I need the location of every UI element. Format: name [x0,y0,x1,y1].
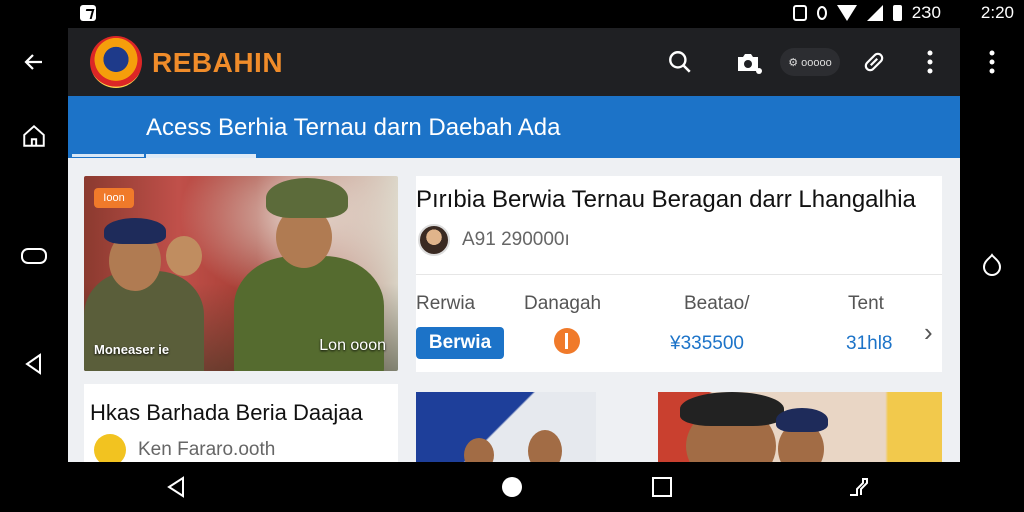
recents-square-icon [652,477,672,497]
wifi-icon [836,5,857,21]
bystander-face [166,236,202,276]
article-2-meta: Ken Fararo.ooth [138,439,276,460]
article-title[interactable]: Pırıbia Berwia Ternau Beragan darr Lhang… [416,186,916,214]
category-button[interactable]: Berwia [416,327,504,359]
camera-icon [738,54,762,74]
brand-logo[interactable] [90,36,142,88]
alarm-icon [816,6,827,20]
thumbnail-2[interactable] [658,392,942,462]
overflow-menu-button[interactable] [960,40,1024,84]
article-card[interactable]: Pırıbia Berwia Ternau Beragan darr Lhang… [416,176,942,274]
stat-header-2: Danagah [524,293,602,314]
link-icon [864,52,884,72]
stat-value-2: 31hl8 [846,333,893,354]
more-vertical-icon [927,50,933,74]
featured-caption-right: Lon ooon [319,337,386,354]
home-icon [23,124,45,147]
tab-indicator-left [72,154,144,157]
nav-back-button[interactable] [162,473,190,501]
nav-recents-button[interactable] [648,473,676,501]
triangle-back-icon [167,476,184,498]
search-icon [669,51,691,73]
stat-header-3: Beatao/ [684,293,750,314]
thumbnail-1[interactable] [416,392,596,462]
article-2-title[interactable]: Hkas Barhada Beria Daajaa [90,400,363,426]
more-button[interactable] [914,46,946,78]
article-card-2[interactable]: Hkas Barhada Beria Daajaa Ken Fararo.oot… [84,384,398,462]
nav-home-button[interactable] [498,473,526,501]
home-circle-icon [502,477,522,497]
thumb-1-face-a [464,438,494,462]
stat-header-1: Rerwia [416,293,476,314]
back-arrow-icon [24,54,42,70]
featured-caption-left: Moneaser ie [94,342,170,357]
rotate-icon [850,478,868,496]
more-vertical-icon [989,50,995,74]
category-badge: Ioon [94,188,134,208]
thumb-1-face-b [528,430,562,462]
tab-indicator [146,154,256,158]
tab-active[interactable]: Acess Berhia Ternau darn Daebah Ada [146,114,561,142]
stats-panel: Rerwia Danagah Beatao/ Tent Berwia ¥3355… [416,274,942,372]
camera-button[interactable] [732,46,764,78]
overview-button[interactable] [0,234,68,278]
account-pill[interactable]: ⚙ ооооо [780,48,840,76]
chevron-right-icon[interactable]: › [924,317,933,348]
home-button[interactable] [0,114,68,158]
back-triangle-button[interactable] [0,342,68,386]
stat-value-1: ¥335500 [670,333,744,354]
app-bar: REBAHIN ⚙ ооооо [68,28,960,96]
status-bar: 2З0 2:20 [0,0,1024,28]
tab-bar: Acess Berhia Ternau darn Daebah Ada [68,96,960,158]
navigation-bar [0,462,1024,512]
signal-icon [866,5,883,21]
notification-icon [80,5,96,21]
brand-name[interactable]: REBAHIN [152,47,283,79]
article-meta: A91 290000ı [462,229,570,250]
status-icons: 2З0 2:20 [792,3,1014,23]
app-window: REBAHIN ⚙ ооооо Acess Berhia Ternau darn… [68,28,960,462]
status-time-right: 2:20 [980,3,1014,22]
info-icon[interactable] [554,328,580,354]
thumb-2-beret [776,408,828,432]
nav-rotate-button[interactable] [844,473,872,501]
vibrate-icon [792,5,807,21]
author-2-avatar [94,434,126,462]
battery-icon [892,5,902,21]
author-avatar [418,224,450,256]
left-rail [0,28,68,462]
rounded-rect-icon [21,248,47,264]
featured-card[interactable]: Ioon Moneaser ie Lon ooon [84,176,398,371]
search-button[interactable] [664,46,696,78]
right-rail [960,28,1024,462]
triangle-back-icon [25,353,41,375]
soldier-left-beret [104,218,166,244]
stat-header-4: Tent [848,293,884,314]
circle-button[interactable] [960,242,1024,286]
drop-circle-icon [982,253,1002,276]
back-arrow-button[interactable] [0,40,68,84]
thumb-2-cap [680,392,784,426]
status-time: 2З0 [911,3,941,22]
soldier-center-cap [266,178,348,218]
device-screen: 2З0 2:20 REBAHIN ⚙ ооооо Acess Berhia Te… [0,0,1024,512]
link-button[interactable] [858,46,890,78]
